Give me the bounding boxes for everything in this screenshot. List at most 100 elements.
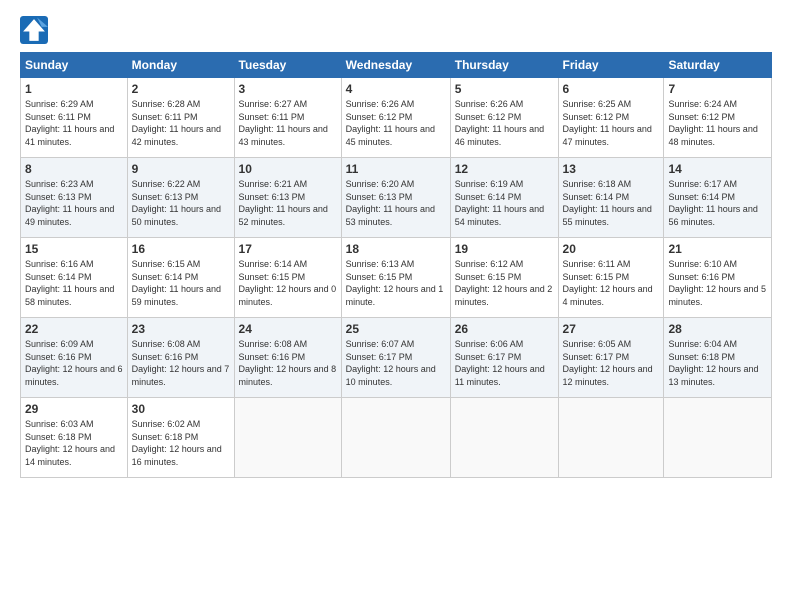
calendar-cell — [234, 398, 341, 478]
calendar-cell: 14 Sunrise: 6:17 AM Sunset: 6:14 PM Dayl… — [664, 158, 772, 238]
day-info: Sunrise: 6:27 AM Sunset: 6:11 PM Dayligh… — [239, 98, 337, 148]
calendar-week-5: 29 Sunrise: 6:03 AM Sunset: 6:18 PM Dayl… — [21, 398, 772, 478]
calendar-week-4: 22 Sunrise: 6:09 AM Sunset: 6:16 PM Dayl… — [21, 318, 772, 398]
calendar-cell: 13 Sunrise: 6:18 AM Sunset: 6:14 PM Dayl… — [558, 158, 664, 238]
day-info: Sunrise: 6:15 AM Sunset: 6:14 PM Dayligh… — [132, 258, 230, 308]
calendar-cell: 23 Sunrise: 6:08 AM Sunset: 6:16 PM Dayl… — [127, 318, 234, 398]
day-number: 22 — [25, 322, 123, 336]
day-number: 6 — [563, 82, 660, 96]
day-number: 21 — [668, 242, 767, 256]
day-info: Sunrise: 6:08 AM Sunset: 6:16 PM Dayligh… — [239, 338, 337, 388]
day-info: Sunrise: 6:21 AM Sunset: 6:13 PM Dayligh… — [239, 178, 337, 228]
day-info: Sunrise: 6:07 AM Sunset: 6:17 PM Dayligh… — [346, 338, 446, 388]
calendar-cell: 15 Sunrise: 6:16 AM Sunset: 6:14 PM Dayl… — [21, 238, 128, 318]
day-number: 7 — [668, 82, 767, 96]
calendar-cell: 26 Sunrise: 6:06 AM Sunset: 6:17 PM Dayl… — [450, 318, 558, 398]
calendar-cell: 18 Sunrise: 6:13 AM Sunset: 6:15 PM Dayl… — [341, 238, 450, 318]
day-number: 10 — [239, 162, 337, 176]
day-info: Sunrise: 6:06 AM Sunset: 6:17 PM Dayligh… — [455, 338, 554, 388]
day-number: 4 — [346, 82, 446, 96]
day-info: Sunrise: 6:05 AM Sunset: 6:17 PM Dayligh… — [563, 338, 660, 388]
calendar-week-2: 8 Sunrise: 6:23 AM Sunset: 6:13 PM Dayli… — [21, 158, 772, 238]
calendar-cell: 16 Sunrise: 6:15 AM Sunset: 6:14 PM Dayl… — [127, 238, 234, 318]
calendar-cell: 10 Sunrise: 6:21 AM Sunset: 6:13 PM Dayl… — [234, 158, 341, 238]
day-number: 28 — [668, 322, 767, 336]
header-friday: Friday — [558, 53, 664, 78]
day-number: 1 — [25, 82, 123, 96]
calendar-cell: 29 Sunrise: 6:03 AM Sunset: 6:18 PM Dayl… — [21, 398, 128, 478]
day-number: 24 — [239, 322, 337, 336]
calendar-cell — [341, 398, 450, 478]
day-number: 14 — [668, 162, 767, 176]
calendar-cell: 3 Sunrise: 6:27 AM Sunset: 6:11 PM Dayli… — [234, 78, 341, 158]
day-info: Sunrise: 6:02 AM Sunset: 6:18 PM Dayligh… — [132, 418, 230, 468]
header-sunday: Sunday — [21, 53, 128, 78]
day-number: 15 — [25, 242, 123, 256]
day-info: Sunrise: 6:28 AM Sunset: 6:11 PM Dayligh… — [132, 98, 230, 148]
day-number: 18 — [346, 242, 446, 256]
day-info: Sunrise: 6:03 AM Sunset: 6:18 PM Dayligh… — [25, 418, 123, 468]
logo — [20, 16, 52, 44]
day-number: 26 — [455, 322, 554, 336]
day-number: 30 — [132, 402, 230, 416]
calendar-week-1: 1 Sunrise: 6:29 AM Sunset: 6:11 PM Dayli… — [21, 78, 772, 158]
header-wednesday: Wednesday — [341, 53, 450, 78]
day-number: 12 — [455, 162, 554, 176]
header-thursday: Thursday — [450, 53, 558, 78]
calendar-cell: 7 Sunrise: 6:24 AM Sunset: 6:12 PM Dayli… — [664, 78, 772, 158]
calendar-cell: 24 Sunrise: 6:08 AM Sunset: 6:16 PM Dayl… — [234, 318, 341, 398]
calendar-week-3: 15 Sunrise: 6:16 AM Sunset: 6:14 PM Dayl… — [21, 238, 772, 318]
day-number: 5 — [455, 82, 554, 96]
day-info: Sunrise: 6:08 AM Sunset: 6:16 PM Dayligh… — [132, 338, 230, 388]
header-monday: Monday — [127, 53, 234, 78]
calendar-cell: 28 Sunrise: 6:04 AM Sunset: 6:18 PM Dayl… — [664, 318, 772, 398]
day-number: 27 — [563, 322, 660, 336]
day-info: Sunrise: 6:18 AM Sunset: 6:14 PM Dayligh… — [563, 178, 660, 228]
calendar-cell: 4 Sunrise: 6:26 AM Sunset: 6:12 PM Dayli… — [341, 78, 450, 158]
header-tuesday: Tuesday — [234, 53, 341, 78]
day-number: 3 — [239, 82, 337, 96]
day-number: 9 — [132, 162, 230, 176]
day-number: 11 — [346, 162, 446, 176]
day-number: 19 — [455, 242, 554, 256]
day-number: 13 — [563, 162, 660, 176]
calendar-cell: 2 Sunrise: 6:28 AM Sunset: 6:11 PM Dayli… — [127, 78, 234, 158]
header — [20, 16, 772, 44]
day-info: Sunrise: 6:22 AM Sunset: 6:13 PM Dayligh… — [132, 178, 230, 228]
day-info: Sunrise: 6:04 AM Sunset: 6:18 PM Dayligh… — [668, 338, 767, 388]
calendar-cell: 25 Sunrise: 6:07 AM Sunset: 6:17 PM Dayl… — [341, 318, 450, 398]
day-info: Sunrise: 6:10 AM Sunset: 6:16 PM Dayligh… — [668, 258, 767, 308]
calendar-cell: 21 Sunrise: 6:10 AM Sunset: 6:16 PM Dayl… — [664, 238, 772, 318]
day-info: Sunrise: 6:09 AM Sunset: 6:16 PM Dayligh… — [25, 338, 123, 388]
day-info: Sunrise: 6:29 AM Sunset: 6:11 PM Dayligh… — [25, 98, 123, 148]
day-info: Sunrise: 6:16 AM Sunset: 6:14 PM Dayligh… — [25, 258, 123, 308]
day-info: Sunrise: 6:23 AM Sunset: 6:13 PM Dayligh… — [25, 178, 123, 228]
day-info: Sunrise: 6:20 AM Sunset: 6:13 PM Dayligh… — [346, 178, 446, 228]
calendar-cell: 19 Sunrise: 6:12 AM Sunset: 6:15 PM Dayl… — [450, 238, 558, 318]
day-info: Sunrise: 6:25 AM Sunset: 6:12 PM Dayligh… — [563, 98, 660, 148]
day-info: Sunrise: 6:24 AM Sunset: 6:12 PM Dayligh… — [668, 98, 767, 148]
page: SundayMondayTuesdayWednesdayThursdayFrid… — [0, 0, 792, 612]
day-number: 2 — [132, 82, 230, 96]
day-info: Sunrise: 6:14 AM Sunset: 6:15 PM Dayligh… — [239, 258, 337, 308]
logo-icon — [20, 16, 48, 44]
calendar-cell: 11 Sunrise: 6:20 AM Sunset: 6:13 PM Dayl… — [341, 158, 450, 238]
calendar-cell — [450, 398, 558, 478]
day-info: Sunrise: 6:19 AM Sunset: 6:14 PM Dayligh… — [455, 178, 554, 228]
day-info: Sunrise: 6:11 AM Sunset: 6:15 PM Dayligh… — [563, 258, 660, 308]
day-number: 25 — [346, 322, 446, 336]
day-info: Sunrise: 6:26 AM Sunset: 6:12 PM Dayligh… — [455, 98, 554, 148]
calendar-cell: 12 Sunrise: 6:19 AM Sunset: 6:14 PM Dayl… — [450, 158, 558, 238]
calendar-cell: 22 Sunrise: 6:09 AM Sunset: 6:16 PM Dayl… — [21, 318, 128, 398]
day-number: 8 — [25, 162, 123, 176]
day-number: 20 — [563, 242, 660, 256]
day-number: 29 — [25, 402, 123, 416]
day-info: Sunrise: 6:26 AM Sunset: 6:12 PM Dayligh… — [346, 98, 446, 148]
calendar-header-row: SundayMondayTuesdayWednesdayThursdayFrid… — [21, 53, 772, 78]
calendar-cell — [664, 398, 772, 478]
calendar-cell: 6 Sunrise: 6:25 AM Sunset: 6:12 PM Dayli… — [558, 78, 664, 158]
day-info: Sunrise: 6:13 AM Sunset: 6:15 PM Dayligh… — [346, 258, 446, 308]
calendar-cell: 30 Sunrise: 6:02 AM Sunset: 6:18 PM Dayl… — [127, 398, 234, 478]
day-number: 16 — [132, 242, 230, 256]
day-number: 17 — [239, 242, 337, 256]
